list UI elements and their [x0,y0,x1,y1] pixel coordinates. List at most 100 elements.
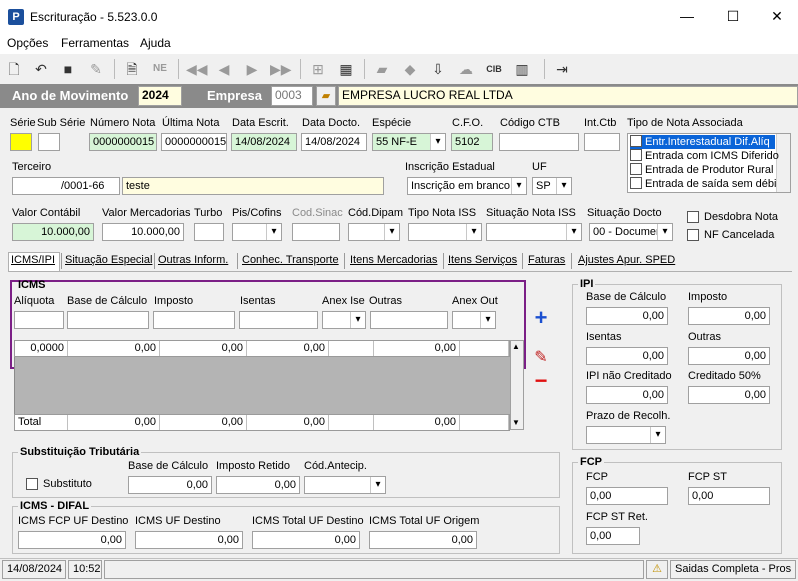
list-scrollbar[interactable] [776,134,790,192]
outras-input[interactable] [370,311,448,329]
tipo-nota-item[interactable]: Entrada com ICMS Diferido [630,149,779,163]
remove-icon[interactable]: − [530,370,552,393]
scroll-up-icon[interactable]: ▲ [512,342,520,351]
inscricao-select[interactable]: Inscrição em branco [407,177,527,195]
tab-icms-ipi[interactable]: ICMS/IPI [11,254,55,266]
base-calculo-input[interactable] [67,311,149,329]
st-antecip-select[interactable] [304,476,386,494]
difal-uf-dest-field[interactable]: 0,00 [135,531,243,549]
desdobra-checkbox[interactable] [687,211,699,223]
first-icon[interactable]: ◀◀ [186,59,208,79]
ipi-prazo-select[interactable] [586,426,666,444]
ipi-creditado-50-field[interactable]: 0,00 [688,386,770,404]
last-icon[interactable]: ▶▶ [270,59,292,79]
situacao-iss-select[interactable] [486,223,582,241]
tab-itens-servicos[interactable]: Itens Serviços [448,254,517,266]
tipo-nota-item[interactable]: Entr.Interestadual Dif.Alíq [630,135,775,149]
tree-icon[interactable]: ⊞ [308,59,328,79]
tipo-nota-list[interactable]: Entr.Interestadual Dif.Alíq Entrada com … [627,133,791,193]
tab-conhec-transporte[interactable]: Conhec. Transporte [242,254,339,266]
cib-icon[interactable]: CIB [484,59,504,79]
checkbox[interactable] [630,163,642,176]
calc-icon[interactable]: ▦ [336,59,356,79]
tipo-nota-item[interactable]: Entrada de saída sem débi [630,177,776,191]
tab-itens-mercadorias[interactable]: Itens Mercadorias [350,254,437,266]
codigo-ctb-field[interactable] [499,133,579,151]
empresa-code-field[interactable]: 0003 [271,86,313,106]
fcp-field[interactable]: 0,00 [586,487,668,505]
preview-icon[interactable]: 🗎 [122,59,142,79]
imposto-input[interactable] [153,311,235,329]
substituto-checkbox[interactable] [26,478,38,490]
especie-select[interactable]: 55 NF-E [372,133,446,151]
scroll-down-icon[interactable]: ▼ [512,418,520,427]
sub-serie-field[interactable] [38,133,60,151]
tab-outras-inform[interactable]: Outras Inform. [158,254,228,266]
uf-select[interactable]: SP [532,177,572,195]
fcp-st-field[interactable]: 0,00 [688,487,770,505]
checkbox[interactable] [630,135,642,148]
st-retido-field[interactable]: 0,00 [216,476,300,494]
next-icon[interactable]: ▶ [242,59,262,79]
table-row[interactable]: 0,0000 0,00 0,00 0,00 0,00 [14,340,510,357]
checkbox[interactable] [630,149,642,162]
prev-icon[interactable]: ◀ [214,59,234,79]
difal-fcp-dest-field[interactable]: 0,00 [18,531,126,549]
checkbox[interactable] [630,177,642,190]
nfe-icon[interactable]: NE [150,59,170,79]
ipi-imposto-field[interactable]: 0,00 [688,307,770,325]
tab-situacao-especial[interactable]: Situação Especial [65,254,152,266]
minimize-button[interactable]: — [664,0,710,34]
cod-sinac-field[interactable] [292,223,340,241]
ipi-base-field[interactable]: 0,00 [586,307,668,325]
save-icon[interactable]: ■ [58,59,78,79]
data-escrit-field[interactable]: 14/08/2024 [231,133,297,151]
tab-faturas[interactable]: Faturas [528,254,565,266]
tipo-nota-iss-select[interactable] [408,223,482,241]
open-folder-icon[interactable]: ▰ [316,86,336,106]
edit-icon[interactable]: ✎ [530,347,552,369]
close-button[interactable]: ✕ [754,0,798,34]
undo-icon[interactable]: ↶ [31,59,51,79]
int-ctb-field[interactable] [584,133,620,151]
terceiro-doc-field[interactable]: /0001-66 [12,177,120,195]
isentas-input[interactable] [239,311,318,329]
turbo-field[interactable] [194,223,224,241]
device-icon[interactable]: ▥ [512,59,532,79]
menu-opcoes[interactable]: Opções [7,36,48,50]
menu-ajuda[interactable]: Ajuda [140,36,171,50]
cfo-field[interactable]: 5102 [451,133,493,151]
aliquota-input[interactable] [14,311,64,329]
valor-contabil-field[interactable]: 10.000,00 [12,223,94,241]
anex-ise-select[interactable] [322,311,366,329]
pis-cofins-select[interactable] [232,223,282,241]
fcp-st-ret-field[interactable]: 0,00 [586,527,640,545]
difal-total-orig-field[interactable]: 0,00 [369,531,477,549]
ipi-isentas-field[interactable]: 0,00 [586,347,668,365]
add-icon[interactable]: + [530,307,552,330]
st-base-field[interactable]: 0,00 [128,476,212,494]
serie-field[interactable] [10,133,32,151]
grid-scrollbar[interactable]: ▲ ▼ [510,340,524,430]
menu-ferramentas[interactable]: Ferramentas [61,36,129,50]
valor-mercadorias-field[interactable]: 10.000,00 [102,223,184,241]
ano-movimento-field[interactable]: 2024 [138,86,182,106]
exit-icon[interactable]: ⇥ [552,59,572,79]
new-icon[interactable]: 🗋 [4,59,24,79]
maximize-button[interactable]: ☐ [710,0,756,34]
delete-icon[interactable]: ✎ [86,59,106,79]
import-icon[interactable]: ◆ [400,59,420,79]
data-docto-field[interactable]: 14/08/2024 [301,133,367,151]
ipi-outras-field[interactable]: 0,00 [688,347,770,365]
download-icon[interactable]: ⇩ [428,59,448,79]
difal-total-dest-field[interactable]: 0,00 [252,531,360,549]
nf-cancelada-checkbox[interactable] [687,229,699,241]
cod-dipam-select[interactable] [348,223,400,241]
numero-nota-field[interactable]: 0000000015 [89,133,157,151]
folder-icon[interactable]: ▰ [372,59,392,79]
situacao-docto-select[interactable]: 00 - Documen [589,223,673,241]
ipi-nao-creditado-field[interactable]: 0,00 [586,386,668,404]
anex-out-select[interactable] [452,311,496,329]
tab-ajustes-apur-sped[interactable]: Ajustes Apur. SPED [578,254,675,266]
tipo-nota-item[interactable]: Entrada de Produtor Rural [630,163,773,177]
